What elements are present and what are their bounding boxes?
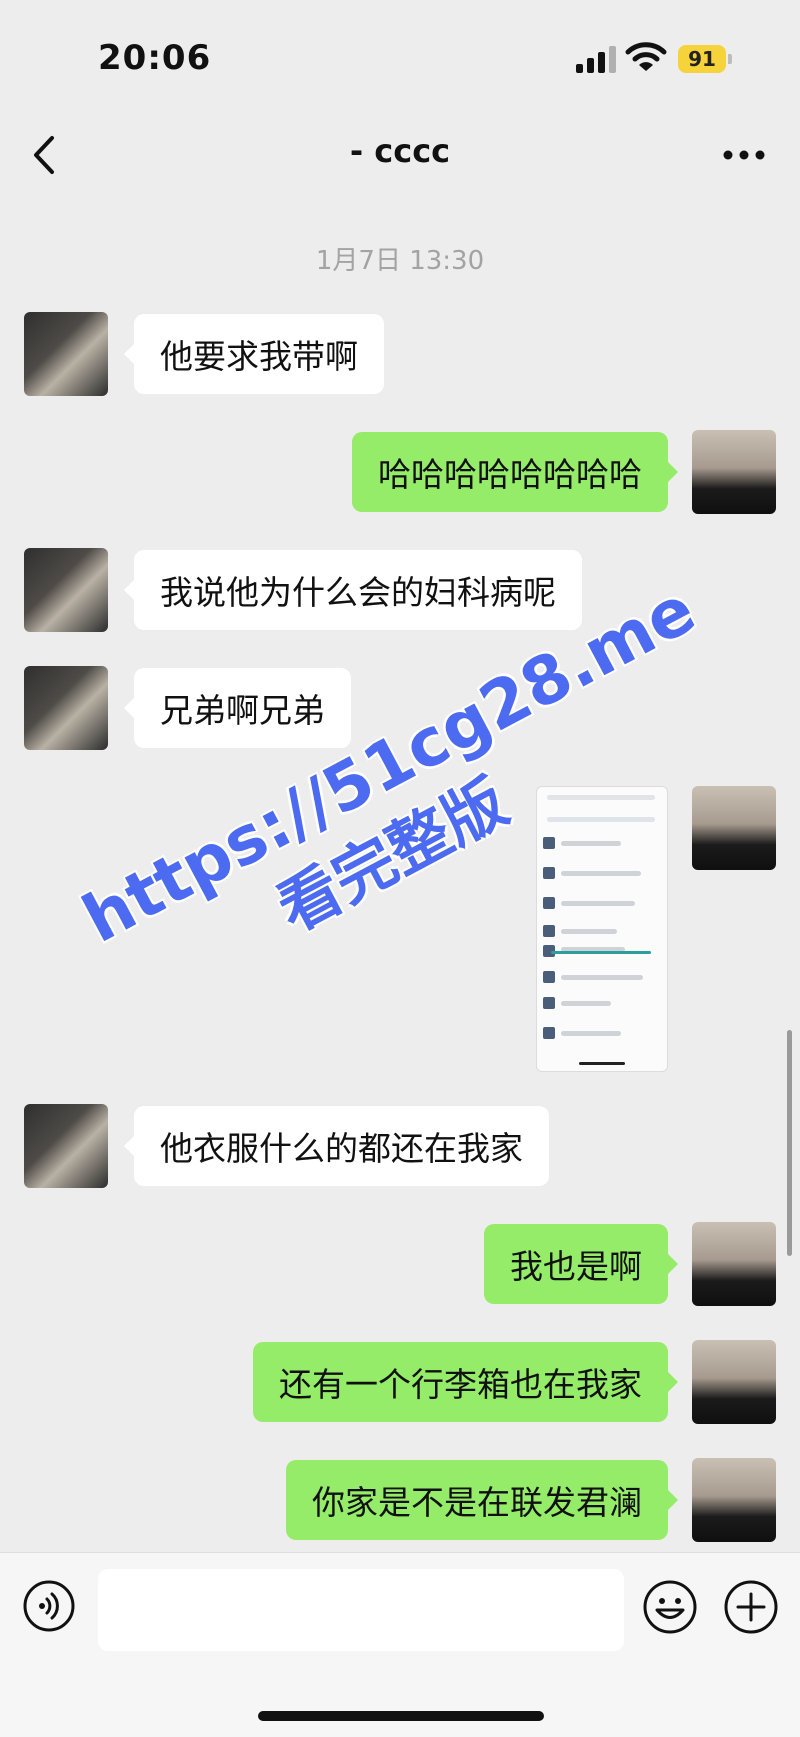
- status-bar: 20:06 91: [0, 0, 800, 120]
- contact-avatar[interactable]: [24, 1104, 108, 1188]
- battery-icon: 91: [678, 45, 734, 73]
- battery-tip: [728, 54, 732, 64]
- message-row-outgoing: 哈哈哈哈哈哈哈哈: [0, 430, 800, 518]
- message-bubble[interactable]: 他衣服什么的都还在我家: [124, 1106, 549, 1186]
- input-bar: [0, 1552, 800, 1737]
- message-bubble[interactable]: 哈哈哈哈哈哈哈哈: [352, 432, 678, 512]
- signal-icon: [576, 46, 616, 73]
- my-avatar[interactable]: [692, 1458, 776, 1542]
- my-avatar[interactable]: [692, 430, 776, 514]
- message-row-outgoing: 你家是不是在联发君澜: [0, 1458, 800, 1546]
- plus-icon[interactable]: [723, 1579, 779, 1635]
- status-time: 20:06: [98, 38, 212, 78]
- scrollbar[interactable]: [787, 1030, 792, 1256]
- chat-title: - cccc: [349, 132, 451, 170]
- contact-avatar[interactable]: [24, 312, 108, 396]
- message-row-incoming: 兄弟啊兄弟: [0, 666, 800, 754]
- screenshot-image-message[interactable]: [536, 786, 668, 1072]
- message-bubble[interactable]: 我也是啊: [484, 1224, 678, 1304]
- message-bubble[interactable]: 他要求我带啊: [124, 314, 384, 394]
- my-avatar[interactable]: [692, 1222, 776, 1306]
- message-row-outgoing-image: [0, 786, 800, 1076]
- emoji-icon[interactable]: [642, 1579, 698, 1635]
- voice-icon[interactable]: [22, 1579, 76, 1633]
- battery-level: 91: [678, 45, 726, 73]
- message-row-incoming: 他要求我带啊: [0, 312, 800, 400]
- message-row-outgoing: 还有一个行李箱也在我家: [0, 1340, 800, 1428]
- my-avatar[interactable]: [692, 1340, 776, 1424]
- message-bubble[interactable]: 还有一个行李箱也在我家: [253, 1342, 678, 1422]
- message-input[interactable]: [98, 1569, 624, 1651]
- my-avatar[interactable]: [692, 786, 776, 870]
- message-row-incoming: 他衣服什么的都还在我家: [0, 1104, 800, 1192]
- contact-avatar[interactable]: [24, 666, 108, 750]
- more-icon[interactable]: [722, 142, 766, 168]
- contact-avatar[interactable]: [24, 548, 108, 632]
- message-bubble[interactable]: 你家是不是在联发君澜: [286, 1460, 678, 1540]
- chat-timestamp: 1月7日 13:30: [315, 246, 485, 276]
- chat-header: - cccc: [0, 110, 800, 200]
- message-bubble[interactable]: 我说他为什么会的妇科病呢: [124, 550, 582, 630]
- message-bubble[interactable]: 兄弟啊兄弟: [124, 668, 351, 748]
- message-row-outgoing: 我也是啊: [0, 1222, 800, 1310]
- message-row-incoming: 我说他为什么会的妇科病呢: [0, 548, 800, 636]
- home-indicator: [258, 1711, 544, 1721]
- wifi-icon: [625, 42, 667, 71]
